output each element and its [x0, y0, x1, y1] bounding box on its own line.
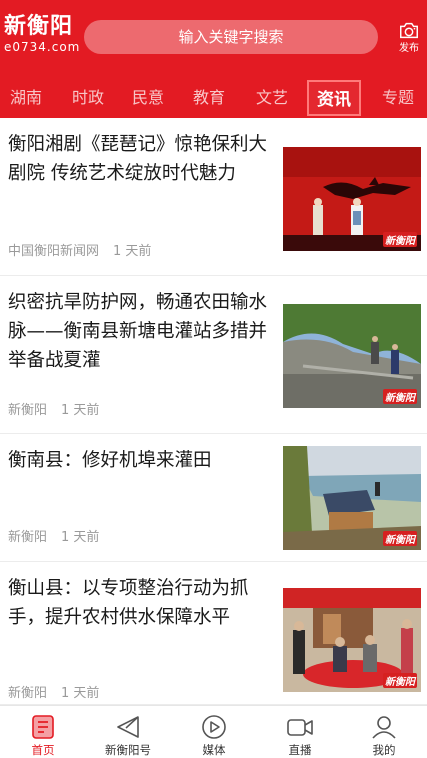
news-source: 新衡阳 [8, 686, 48, 701]
user-icon [372, 716, 396, 739]
nav-label: 我的 [372, 743, 396, 757]
news-thumbnail[interactable]: 新衡阳 [283, 446, 421, 550]
news-time: 1 天前 [113, 244, 152, 259]
news-source: 新衡阳 [8, 530, 48, 545]
watermark-logo: 新衡阳 [383, 673, 417, 688]
publish-button[interactable]: 发布 [392, 20, 426, 60]
bottom-nav: 首页 新衡阳号 媒体 直播 我的 [0, 705, 427, 758]
news-meta: 中国衡阳新闻网 1 天前 [8, 240, 151, 259]
watermark-logo: 新衡阳 [383, 232, 417, 247]
app-header: 新衡阳 e0734.com 输入关键字搜索 发布 湖南 时政 民意 教育 文艺 … [0, 0, 427, 118]
camera-icon [400, 22, 418, 39]
news-thumbnail[interactable]: 新衡阳 [283, 588, 421, 692]
nav-media[interactable]: 媒体 [171, 706, 257, 758]
publish-label: 发布 [399, 43, 419, 54]
tab-news[interactable]: 资讯 [307, 80, 361, 116]
news-item[interactable]: 衡阳湘剧《琵琶记》惊艳保利大剧院 传统艺术绽放时代魅力 中国衡阳新闻网 1 天前 … [0, 118, 427, 276]
video-camera-icon [287, 719, 313, 736]
news-time: 1 天前 [61, 530, 100, 545]
watermark-logo: 新衡阳 [383, 531, 417, 546]
news-source: 新衡阳 [8, 403, 48, 418]
news-thumbnail[interactable]: 新衡阳 [283, 304, 421, 408]
tab-public-opinion[interactable]: 民意 [122, 80, 174, 116]
nav-xinhengyang-hao[interactable]: 新衡阳号 [85, 706, 171, 758]
home-icon [32, 715, 54, 739]
tab-politics[interactable]: 时政 [62, 80, 114, 116]
logo-brand: 新衡阳 [4, 14, 74, 39]
news-title[interactable]: 织密抗旱防护网，畅通农田输水脉——衡南县新塘电灌站多措并举备战夏灌 [8, 288, 270, 375]
news-meta: 新衡阳 1 天前 [8, 399, 99, 418]
nav-mine[interactable]: 我的 [341, 706, 427, 758]
search-input[interactable]: 输入关键字搜索 [84, 20, 378, 54]
tab-arts[interactable]: 文艺 [246, 80, 298, 116]
nav-label: 直播 [288, 743, 312, 757]
app-logo[interactable]: 新衡阳 e0734.com [4, 14, 80, 54]
play-icon [202, 715, 226, 739]
send-icon [117, 716, 139, 738]
logo-domain: e0734.com [4, 40, 81, 54]
nav-label: 新衡阳号 [105, 743, 151, 757]
tab-special[interactable]: 专题 [372, 80, 424, 116]
nav-live[interactable]: 直播 [257, 706, 343, 758]
news-source: 中国衡阳新闻网 [8, 244, 100, 259]
tab-hunan[interactable]: 湖南 [0, 80, 52, 116]
news-meta: 新衡阳 1 天前 [8, 682, 99, 701]
news-title[interactable]: 衡南县：修好机埠来灌田 [8, 446, 270, 475]
news-time: 1 天前 [61, 686, 100, 701]
news-item[interactable]: 衡南县：修好机埠来灌田 新衡阳 1 天前 新衡阳 [0, 434, 427, 562]
category-tabs: 湖南 时政 民意 教育 文艺 资讯 专题 [0, 80, 427, 118]
news-meta: 新衡阳 1 天前 [8, 526, 99, 545]
news-item[interactable]: 衡山县：以专项整治行动为抓手，提升农村供水保障水平 新衡阳 1 天前 新衡阳 [0, 562, 427, 705]
news-title[interactable]: 衡山县：以专项整治行动为抓手，提升农村供水保障水平 [8, 574, 270, 632]
news-item[interactable]: 织密抗旱防护网，畅通农田输水脉——衡南县新塘电灌站多措并举备战夏灌 新衡阳 1 天… [0, 276, 427, 434]
watermark-logo: 新衡阳 [383, 389, 417, 404]
nav-home[interactable]: 首页 [0, 706, 86, 758]
nav-label: 媒体 [202, 743, 226, 757]
nav-label: 首页 [31, 743, 55, 757]
news-thumbnail[interactable]: 新衡阳 [283, 147, 421, 251]
tab-education[interactable]: 教育 [183, 80, 235, 116]
news-time: 1 天前 [61, 403, 100, 418]
news-title[interactable]: 衡阳湘剧《琵琶记》惊艳保利大剧院 传统艺术绽放时代魅力 [8, 130, 270, 188]
